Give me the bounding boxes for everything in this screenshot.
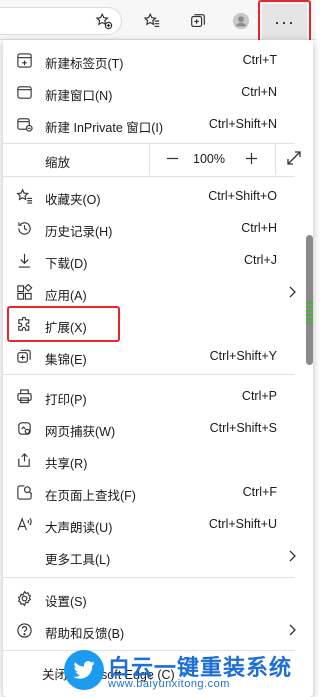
- menu-item-help-feedback[interactable]: 帮助和反馈(B): [3, 614, 296, 646]
- favorites-icon: [15, 187, 33, 205]
- menu-item-shortcut: Ctrl+Shift+U: [208, 517, 277, 531]
- inprivate-icon: [15, 115, 33, 133]
- menu-item-shortcut: Ctrl+Shift+O: [208, 189, 277, 203]
- zoom-divider: [149, 143, 150, 175]
- apps-icon: [15, 283, 33, 301]
- settings-and-more-button[interactable]: ···: [262, 4, 307, 40]
- menu-item-more-tools[interactable]: 更多工具(L): [3, 540, 296, 572]
- menu-item-shortcut: Ctrl+N: [241, 85, 277, 99]
- settings-menu: 新建标签页(T) Ctrl+T 新建窗口(N) Ctrl+N 新建 InPriv…: [3, 40, 313, 697]
- menu-item-label: 收藏夹(O): [45, 193, 101, 207]
- menu-item-label: 新建标签页(T): [45, 57, 124, 71]
- menu-item-shortcut: Ctrl+T: [242, 53, 277, 67]
- zoom-divider: [275, 143, 276, 175]
- menu-item-shortcut: Ctrl+Shift+S: [209, 421, 277, 435]
- new-window-icon: [15, 83, 33, 101]
- menu-item-label: 大声朗读(U): [45, 521, 113, 535]
- fullscreen-icon: [287, 151, 301, 165]
- menu-item-web-capture[interactable]: 网页捕获(W) Ctrl+Shift+S: [3, 412, 295, 444]
- menu-item-label: 打印(P): [45, 393, 87, 407]
- minus-icon: [166, 157, 178, 159]
- print-icon: [15, 387, 33, 405]
- menu-item-find-on-page[interactable]: 在页面上查找(F) Ctrl+F: [3, 476, 295, 508]
- profile-avatar-icon[interactable]: [228, 8, 254, 34]
- zoom-in-button[interactable]: [237, 144, 265, 172]
- menu-item-shortcut: Ctrl+J: [244, 253, 277, 267]
- zoom-out-button[interactable]: [158, 144, 186, 172]
- menu-item-label: 历史记录(H): [45, 225, 113, 239]
- download-icon: [15, 251, 33, 269]
- collections-icon: [15, 347, 33, 365]
- menu-item-settings[interactable]: 设置(S): [3, 582, 295, 614]
- menu-item-print[interactable]: 打印(P) Ctrl+P: [3, 380, 295, 412]
- browser-toolbar: ···: [0, 0, 316, 43]
- menu-item-label: 设置(S): [45, 595, 87, 609]
- chevron-right-icon: [289, 286, 296, 298]
- more-label: ···: [274, 11, 295, 32]
- menu-item-shortcut: Ctrl+F: [242, 485, 277, 499]
- watermark-url: www.baiyunxitong.com: [108, 678, 230, 690]
- menu-item-label: 集锦(E): [45, 353, 87, 367]
- menu-item-shortcut: Ctrl+Shift+N: [208, 117, 277, 131]
- menu-item-apps[interactable]: 应用(A): [3, 276, 296, 308]
- menu-item-label: 扩展(X): [45, 321, 87, 335]
- menu-item-shortcut: Ctrl+H: [241, 221, 277, 235]
- zoom-value: 100%: [193, 152, 225, 166]
- menu-item-new-tab[interactable]: 新建标签页(T) Ctrl+T: [3, 44, 295, 76]
- menu-item-extensions[interactable]: 扩展(X): [3, 308, 295, 340]
- menu-separator: [3, 577, 295, 578]
- menu-separator: [3, 374, 295, 375]
- menu-item-shortcut: Ctrl+P: [241, 389, 277, 403]
- menu-item-new-inprivate[interactable]: 新建 InPrivate 窗口(I) Ctrl+Shift+N: [3, 108, 295, 140]
- menu-item-label: 新建窗口(N): [45, 89, 113, 103]
- menu-item-label: 网页捕获(W): [45, 425, 116, 439]
- scrollbar-grip: [306, 302, 313, 324]
- menu-item-downloads[interactable]: 下载(D) Ctrl+J: [3, 244, 295, 276]
- menu-item-label: 应用(A): [45, 289, 87, 303]
- menu-item-collections[interactable]: 集锦(E) Ctrl+Shift+Y: [3, 340, 295, 372]
- menu-item-history[interactable]: 历史记录(H) Ctrl+H: [3, 212, 295, 244]
- read-aloud-icon: [15, 515, 33, 533]
- menu-item-favorites[interactable]: 收藏夹(O) Ctrl+Shift+O: [3, 180, 295, 212]
- zoom-label: 缩放: [45, 156, 71, 170]
- menu-item-label: 在页面上查找(F): [45, 489, 136, 503]
- chevron-right-icon: [289, 550, 296, 562]
- chevron-right-icon: [289, 624, 296, 636]
- menu-scrollbar[interactable]: [306, 235, 313, 365]
- collections-icon[interactable]: [185, 8, 211, 34]
- find-icon: [15, 483, 33, 501]
- history-icon: [15, 219, 33, 237]
- menu-item-share[interactable]: 共享(R): [3, 444, 295, 476]
- add-favorite-icon[interactable]: [91, 8, 117, 34]
- favorites-icon[interactable]: [139, 8, 165, 34]
- menu-separator: [3, 176, 295, 177]
- menu-item-label: 下载(D): [45, 257, 88, 271]
- menu-item-label: 共享(R): [45, 457, 88, 471]
- menu-item-new-window[interactable]: 新建窗口(N) Ctrl+N: [3, 76, 295, 108]
- fullscreen-button[interactable]: [282, 146, 306, 170]
- web-capture-icon: [15, 419, 33, 437]
- menu-item-label: 帮助和反馈(B): [45, 627, 125, 641]
- new-tab-icon: [15, 51, 33, 69]
- menu-item-read-aloud[interactable]: 大声朗读(U) Ctrl+Shift+U: [3, 508, 295, 540]
- help-icon: [15, 621, 33, 639]
- menu-item-shortcut: Ctrl+Shift+Y: [209, 349, 277, 363]
- menu-item-label: 更多工具(L): [45, 553, 111, 567]
- extensions-icon: [15, 315, 33, 333]
- share-icon: [15, 451, 33, 469]
- watermark-bird-logo-icon: [64, 650, 104, 690]
- settings-icon: [15, 589, 33, 607]
- plus-icon: [245, 152, 257, 164]
- menu-item-label: 新建 InPrivate 窗口(I): [45, 121, 164, 135]
